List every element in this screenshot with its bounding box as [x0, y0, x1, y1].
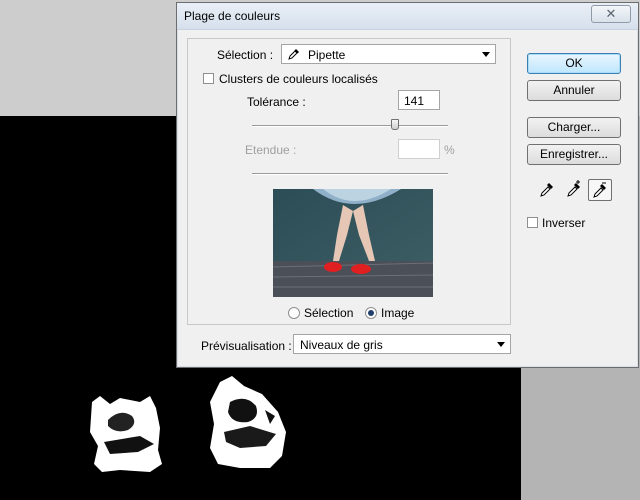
etendue-slider-track[interactable]	[252, 173, 448, 175]
previsualisation-dropdown[interactable]: Niveaux de gris	[293, 334, 511, 354]
settings-panel: Sélection : Pipette Clusters de couleurs…	[187, 38, 511, 325]
tolerance-slider-track[interactable]	[252, 125, 448, 127]
etendue-input[interactable]	[398, 139, 440, 159]
eyedropper-minus-icon	[593, 182, 606, 198]
eyedropper-tool[interactable]	[536, 179, 560, 201]
invert-label: Inverser	[542, 216, 586, 230]
clusters-label: Clusters de couleurs localisés	[219, 72, 378, 86]
cancel-button[interactable]: Annuler	[527, 80, 621, 101]
clusters-checkbox[interactable]	[203, 73, 214, 84]
close-button[interactable]: ✕	[591, 5, 631, 23]
chevron-down-icon	[482, 52, 490, 57]
preview-mode-image-radio[interactable]	[365, 307, 377, 319]
chevron-down-icon	[497, 342, 505, 347]
mask-shoes-shape	[90, 376, 286, 472]
dialog-title: Plage de couleurs	[184, 9, 281, 23]
selection-dropdown[interactable]: Pipette	[281, 44, 496, 64]
load-button[interactable]: Charger...	[527, 117, 621, 138]
etendue-label: Etendue :	[245, 143, 297, 157]
eyedropper-subtract-tool[interactable]	[588, 179, 612, 201]
tolerance-input[interactable]: 141	[398, 90, 440, 110]
preview-mode-selection-radio[interactable]	[288, 307, 300, 319]
etendue-unit: %	[444, 143, 455, 157]
selection-label: Sélection :	[217, 48, 274, 62]
color-range-dialog: Plage de couleurs ✕ Sélection : Pipette …	[176, 2, 639, 368]
tolerance-label: Tolérance :	[247, 95, 306, 109]
previsualisation-label: Prévisualisation :	[201, 339, 292, 353]
dialog-titlebar[interactable]: Plage de couleurs ✕	[177, 3, 638, 30]
selection-value: Pipette	[308, 48, 346, 62]
preview-image	[273, 189, 433, 297]
close-icon: ✕	[605, 6, 617, 21]
eyedropper-plus-icon	[567, 180, 580, 197]
ok-button[interactable]: OK	[527, 53, 621, 74]
save-button[interactable]: Enregistrer...	[527, 144, 621, 165]
eyedropper-icon	[288, 49, 299, 60]
invert-checkbox[interactable]	[527, 217, 538, 228]
previsualisation-value: Niveaux de gris	[300, 338, 383, 352]
preview-mode-image-label: Image	[381, 306, 415, 320]
eyedropper-add-tool[interactable]	[563, 179, 587, 201]
preview-mode-selection-label: Sélection	[304, 306, 354, 320]
tolerance-slider-thumb[interactable]	[391, 119, 400, 130]
eyedropper-icon	[540, 183, 553, 197]
